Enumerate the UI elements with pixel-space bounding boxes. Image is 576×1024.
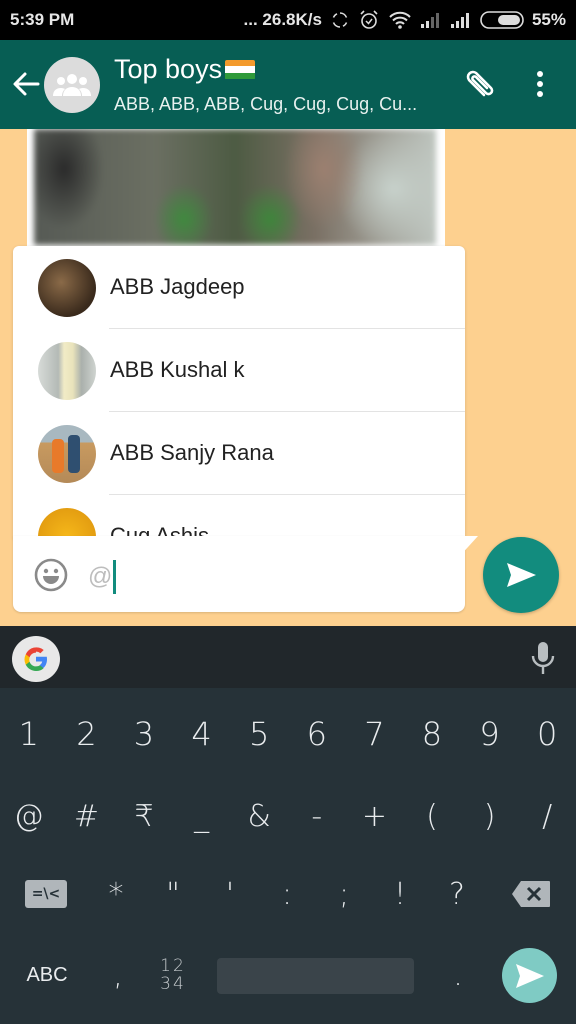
keyboard: 1234567890 @ # ₹ _ & - +() / =\< * " ':;!? ABC , …	[0, 626, 576, 1024]
image-message[interactable]	[27, 129, 445, 253]
smiley-icon	[34, 558, 68, 592]
numpad-label: 12 34	[160, 956, 186, 994]
period-key[interactable]: .	[438, 944, 478, 1006]
abc-key[interactable]: ABC	[18, 944, 76, 1006]
key-1[interactable]: 1	[0, 703, 58, 765]
status-bar: 5:39 PM ... 26.8K/s 55%	[0, 0, 576, 40]
mention-item[interactable]: Cug Ashis	[13, 495, 465, 538]
voice-input-button[interactable]	[528, 640, 558, 676]
key-0[interactable]: 0	[518, 703, 576, 765]
comma-key[interactable]: ,	[98, 944, 138, 1006]
symbol-key[interactable]: /	[518, 785, 576, 847]
enter-key[interactable]	[502, 948, 557, 1003]
battery-percent: 55%	[531, 10, 566, 29]
key-3[interactable]: 3	[115, 703, 173, 765]
mic-icon	[531, 642, 555, 674]
more-options-button[interactable]	[524, 65, 556, 105]
google-button[interactable]	[12, 636, 60, 682]
chat-header: Top boys ABB, ABB, ABB, Cug, Cug, Cug, C…	[0, 40, 576, 129]
back-button[interactable]	[8, 66, 44, 102]
alarm-icon	[358, 9, 380, 31]
symbol-key[interactable]: :	[265, 863, 309, 925]
mention-suggestions: ABB Jagdeep ABB Kushal k ABB Sanjy Rana …	[13, 246, 465, 538]
avatar	[38, 259, 96, 317]
signal-icon	[450, 11, 472, 29]
send-button[interactable]	[483, 537, 559, 613]
contact-name: ABB Kushal k	[110, 357, 245, 382]
key-9[interactable]: 9	[461, 703, 519, 765]
network-speed: ... 26.8K/s	[243, 10, 322, 29]
symbol-key[interactable]: *	[94, 863, 138, 925]
numpad-toggle-key[interactable]: 12 34	[150, 944, 196, 1006]
mention-item[interactable]: ABB Kushal k	[13, 329, 465, 412]
input-value: @	[88, 563, 113, 590]
symbol-row-1: @ # ₹ _ & - +() /	[0, 785, 576, 847]
symbol-key[interactable]: (	[403, 785, 461, 847]
battery-icon	[480, 11, 524, 29]
group-name: Top boys	[114, 54, 223, 84]
avatar	[38, 425, 96, 483]
key-7[interactable]: 7	[346, 703, 404, 765]
space-key[interactable]	[217, 958, 414, 994]
symbol-key[interactable]: ₹	[115, 785, 173, 847]
symbol-key[interactable]: _	[173, 785, 231, 847]
participants-list[interactable]: ABB, ABB, ABB, Cug, Cug, Cug, Cu...	[114, 94, 417, 115]
text-caret	[113, 560, 117, 594]
chat-title[interactable]: Top boys	[114, 54, 256, 85]
key-2[interactable]: 2	[58, 703, 116, 765]
mention-item[interactable]: ABB Jagdeep	[13, 246, 465, 329]
wifi-icon	[388, 10, 412, 30]
number-row: 1234567890	[0, 703, 576, 765]
send-icon	[515, 963, 544, 988]
symbol-key[interactable]: #	[58, 785, 116, 847]
send-icon	[507, 563, 536, 587]
more-vert-icon	[537, 71, 543, 97]
symbol-row-2: =\< * " ':;!?	[0, 863, 576, 925]
symbol-key[interactable]: &	[230, 785, 288, 847]
india-flag-icon	[225, 59, 256, 80]
key-5[interactable]: 5	[230, 703, 288, 765]
group-icon	[53, 74, 91, 96]
image-thumbnail[interactable]	[34, 129, 436, 245]
status-icons: ... 26.8K/s 55%	[244, 9, 566, 31]
message-input[interactable]: @	[88, 557, 448, 597]
symbol-key[interactable]: @	[0, 785, 58, 847]
key-6[interactable]: 6	[288, 703, 346, 765]
suggestion-bar	[0, 626, 576, 688]
avatar	[38, 342, 96, 400]
backspace-key[interactable]	[508, 863, 554, 925]
symbol-key[interactable]: -	[288, 785, 346, 847]
symbol-key[interactable]: ;	[322, 863, 366, 925]
arrow-left-icon	[13, 72, 40, 96]
key-8[interactable]: 8	[403, 703, 461, 765]
symbol-key[interactable]: )	[461, 785, 519, 847]
symbol-key[interactable]: !	[378, 863, 422, 925]
contact-name: ABB Sanjy Rana	[110, 440, 274, 465]
more-symbols-key[interactable]: =\<	[24, 863, 68, 925]
symbol-key[interactable]: "	[151, 863, 195, 925]
backspace-icon	[512, 881, 550, 907]
mention-item[interactable]: ABB Sanjy Rana	[13, 412, 465, 495]
key-4[interactable]: 4	[173, 703, 231, 765]
clock: 5:39 PM	[10, 10, 75, 29]
group-avatar[interactable]	[44, 57, 100, 113]
symbol-key[interactable]: '	[208, 863, 252, 925]
symbol-key[interactable]: +	[346, 785, 404, 847]
signal-icon	[420, 11, 442, 29]
attach-button[interactable]	[458, 65, 498, 105]
contact-name: ABB Jagdeep	[110, 274, 245, 299]
avatar	[38, 508, 96, 538]
google-g-icon	[24, 647, 47, 671]
emoji-button[interactable]	[33, 557, 69, 593]
sync-icon	[330, 10, 350, 30]
paperclip-icon	[466, 70, 494, 97]
symbol-key[interactable]: ?	[435, 863, 479, 925]
